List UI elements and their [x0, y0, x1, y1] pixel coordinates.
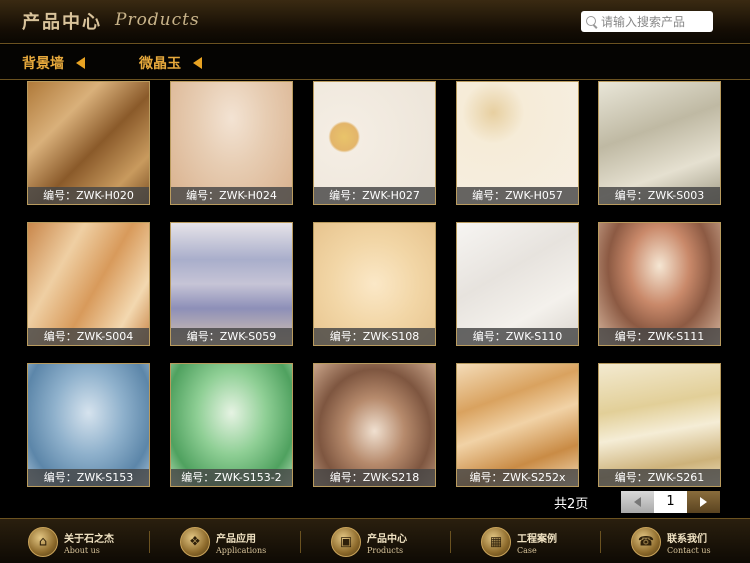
- products-icon: ▣: [331, 527, 361, 557]
- product-image: [28, 223, 149, 345]
- product-code: 编号：ZWK-S003: [599, 187, 720, 204]
- footer-sublabel: Applications: [216, 545, 267, 555]
- divider: [300, 531, 301, 553]
- product-image: [28, 364, 149, 486]
- footer-sublabel: Case: [517, 545, 537, 555]
- pagination: 1: [621, 491, 720, 513]
- footer-item-applications[interactable]: ❖ 产品应用 Applications: [180, 527, 266, 557]
- footer-label: 产品中心: [367, 533, 407, 545]
- footer-label: 关于石之杰: [64, 533, 114, 545]
- product-code: 编号：ZWK-H024: [171, 187, 292, 204]
- product-tile[interactable]: 编号：ZWK-S108: [313, 222, 436, 346]
- product-image: [599, 364, 720, 486]
- arrow-left-icon: [634, 497, 641, 507]
- divider: [149, 531, 150, 553]
- product-image: [599, 82, 720, 204]
- product-code: 编号：ZWK-S261: [599, 469, 720, 486]
- contact-icon: ☎: [631, 527, 661, 557]
- product-image: [171, 82, 292, 204]
- footer-label: 联系我们: [667, 533, 707, 545]
- product-tile[interactable]: 编号：ZWK-S111: [598, 222, 721, 346]
- product-code: 编号：ZWK-H020: [28, 187, 149, 204]
- category-beijingqiang[interactable]: 背景墙: [22, 53, 85, 73]
- product-code: 编号：ZWK-S153: [28, 469, 149, 486]
- footer-sublabel: Contact us: [667, 545, 711, 555]
- product-tile[interactable]: 编号：ZWK-H020: [27, 81, 150, 205]
- product-image: [457, 223, 578, 345]
- product-image: [314, 82, 435, 204]
- product-tile[interactable]: 编号：ZWK-S218: [313, 363, 436, 487]
- page-title-en: Products: [115, 10, 200, 30]
- product-code: 编号：ZWK-S004: [28, 328, 149, 345]
- product-tile[interactable]: 编号：ZWK-H057: [456, 81, 579, 205]
- category-label: 背景墙: [22, 56, 64, 72]
- footer-label: 工程案例: [517, 533, 557, 545]
- next-page-button[interactable]: [687, 491, 720, 513]
- product-code: 编号：ZWK-H057: [457, 187, 578, 204]
- product-code: 编号：ZWK-S108: [314, 328, 435, 345]
- footer-sublabel: Products: [367, 545, 404, 555]
- footer-item-case[interactable]: ▦ 工程案例 Case: [481, 527, 557, 557]
- footer-nav: ⌂ 关于石之杰 About us ❖ 产品应用 Applications ▣ 产品中…: [0, 518, 750, 563]
- arrow-left-icon: [193, 57, 202, 69]
- product-tile[interactable]: 编号：ZWK-S153: [27, 363, 150, 487]
- product-tile[interactable]: 编号：ZWK-S252x: [456, 363, 579, 487]
- product-image: [314, 364, 435, 486]
- product-tile[interactable]: 编号：ZWK-S003: [598, 81, 721, 205]
- page-count: 共2页: [554, 497, 589, 512]
- prev-page-button[interactable]: [621, 491, 654, 513]
- footer-item-about[interactable]: ⌂ 关于石之杰 About us: [28, 527, 114, 557]
- product-image: [171, 223, 292, 345]
- product-code: 编号：ZWK-S111: [599, 328, 720, 345]
- search-input[interactable]: [601, 12, 711, 31]
- product-code: 编号：ZWK-S153-2: [171, 469, 292, 486]
- footer-item-products[interactable]: ▣ 产品中心 Products: [331, 527, 407, 557]
- search-icon: [585, 15, 599, 29]
- footer-label: 产品应用: [216, 533, 256, 545]
- product-tile[interactable]: 编号：ZWK-H027: [313, 81, 436, 205]
- page-title: 产品中心: [22, 12, 102, 33]
- category-weijingyu[interactable]: 微晶玉: [139, 53, 202, 73]
- applications-icon: ❖: [180, 527, 210, 557]
- product-tile[interactable]: 编号：ZWK-S004: [27, 222, 150, 346]
- product-tile[interactable]: 编号：ZWK-S110: [456, 222, 579, 346]
- product-image: [457, 82, 578, 204]
- product-image: [28, 82, 149, 204]
- divider: [600, 531, 601, 553]
- product-code: 编号：ZWK-S252x: [457, 469, 578, 486]
- product-tile[interactable]: 编号：ZWK-S153-2: [170, 363, 293, 487]
- product-tile[interactable]: 编号：ZWK-S261: [598, 363, 721, 487]
- product-grid: 编号：ZWK-H020 编号：ZWK-H024 编号：ZWK-H027 编号：Z…: [0, 80, 750, 490]
- arrow-left-icon: [76, 57, 85, 69]
- product-code: 编号：ZWK-S218: [314, 469, 435, 486]
- current-page[interactable]: 1: [654, 491, 687, 513]
- footer-item-contact[interactable]: ☎ 联系我们 Contact us: [631, 527, 711, 557]
- product-tile[interactable]: 编号：ZWK-S059: [170, 222, 293, 346]
- case-icon: ▦: [481, 527, 511, 557]
- header-bar: 产品中心 Products: [0, 0, 750, 44]
- arrow-right-icon: [700, 497, 707, 507]
- search-box[interactable]: [581, 11, 713, 32]
- product-code: 编号：ZWK-S059: [171, 328, 292, 345]
- product-code: 编号：ZWK-H027: [314, 187, 435, 204]
- divider: [450, 531, 451, 553]
- product-tile[interactable]: 编号：ZWK-H024: [170, 81, 293, 205]
- product-image: [599, 223, 720, 345]
- product-image: [457, 364, 578, 486]
- home-icon: ⌂: [28, 527, 58, 557]
- product-image: [171, 364, 292, 486]
- product-image: [314, 223, 435, 345]
- footer-sublabel: About us: [64, 545, 100, 555]
- category-nav: 背景墙 微晶玉: [0, 45, 750, 80]
- category-label: 微晶玉: [139, 56, 181, 72]
- product-code: 编号：ZWK-S110: [457, 328, 578, 345]
